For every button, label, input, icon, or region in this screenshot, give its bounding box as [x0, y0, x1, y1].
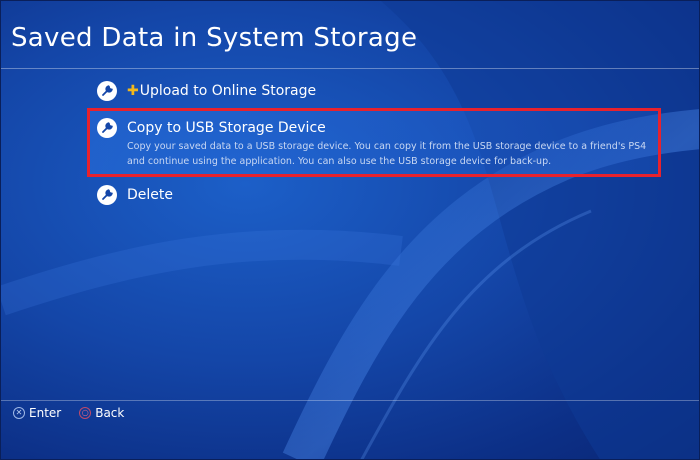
menu-item-upload[interactable]: ✚Upload to Online Storage	[97, 81, 316, 101]
enter-label: Enter	[29, 406, 62, 420]
back-label: Back	[95, 406, 125, 420]
footer-divider	[1, 400, 699, 401]
copy-usb-description: Copy your saved data to a USB storage de…	[127, 141, 647, 167]
wrench-icon	[97, 81, 117, 101]
back-hint[interactable]: ○ Back	[79, 406, 124, 420]
button-hints: ✕ Enter ○ Back	[13, 406, 142, 420]
upload-label: Upload to Online Storage	[139, 83, 317, 99]
delete-label: Delete	[127, 187, 173, 203]
wrench-icon	[97, 118, 117, 138]
enter-hint[interactable]: ✕ Enter	[13, 406, 61, 420]
playstation-plus-icon: ✚	[127, 83, 139, 99]
background-wave	[1, 1, 699, 459]
saved-data-screen: Saved Data in System Storage ✚Upload to …	[0, 0, 700, 460]
menu-item-delete[interactable]: Delete	[97, 185, 173, 205]
page-title: Saved Data in System Storage	[11, 23, 418, 53]
title-divider	[1, 68, 699, 69]
cross-button-icon: ✕	[13, 407, 25, 419]
copy-usb-label: Copy to USB Storage Device	[127, 120, 326, 136]
menu-item-copy-usb[interactable]: Copy to USB Storage Device Copy your sav…	[97, 118, 647, 169]
circle-button-icon: ○	[79, 407, 92, 419]
wrench-icon	[97, 185, 117, 205]
